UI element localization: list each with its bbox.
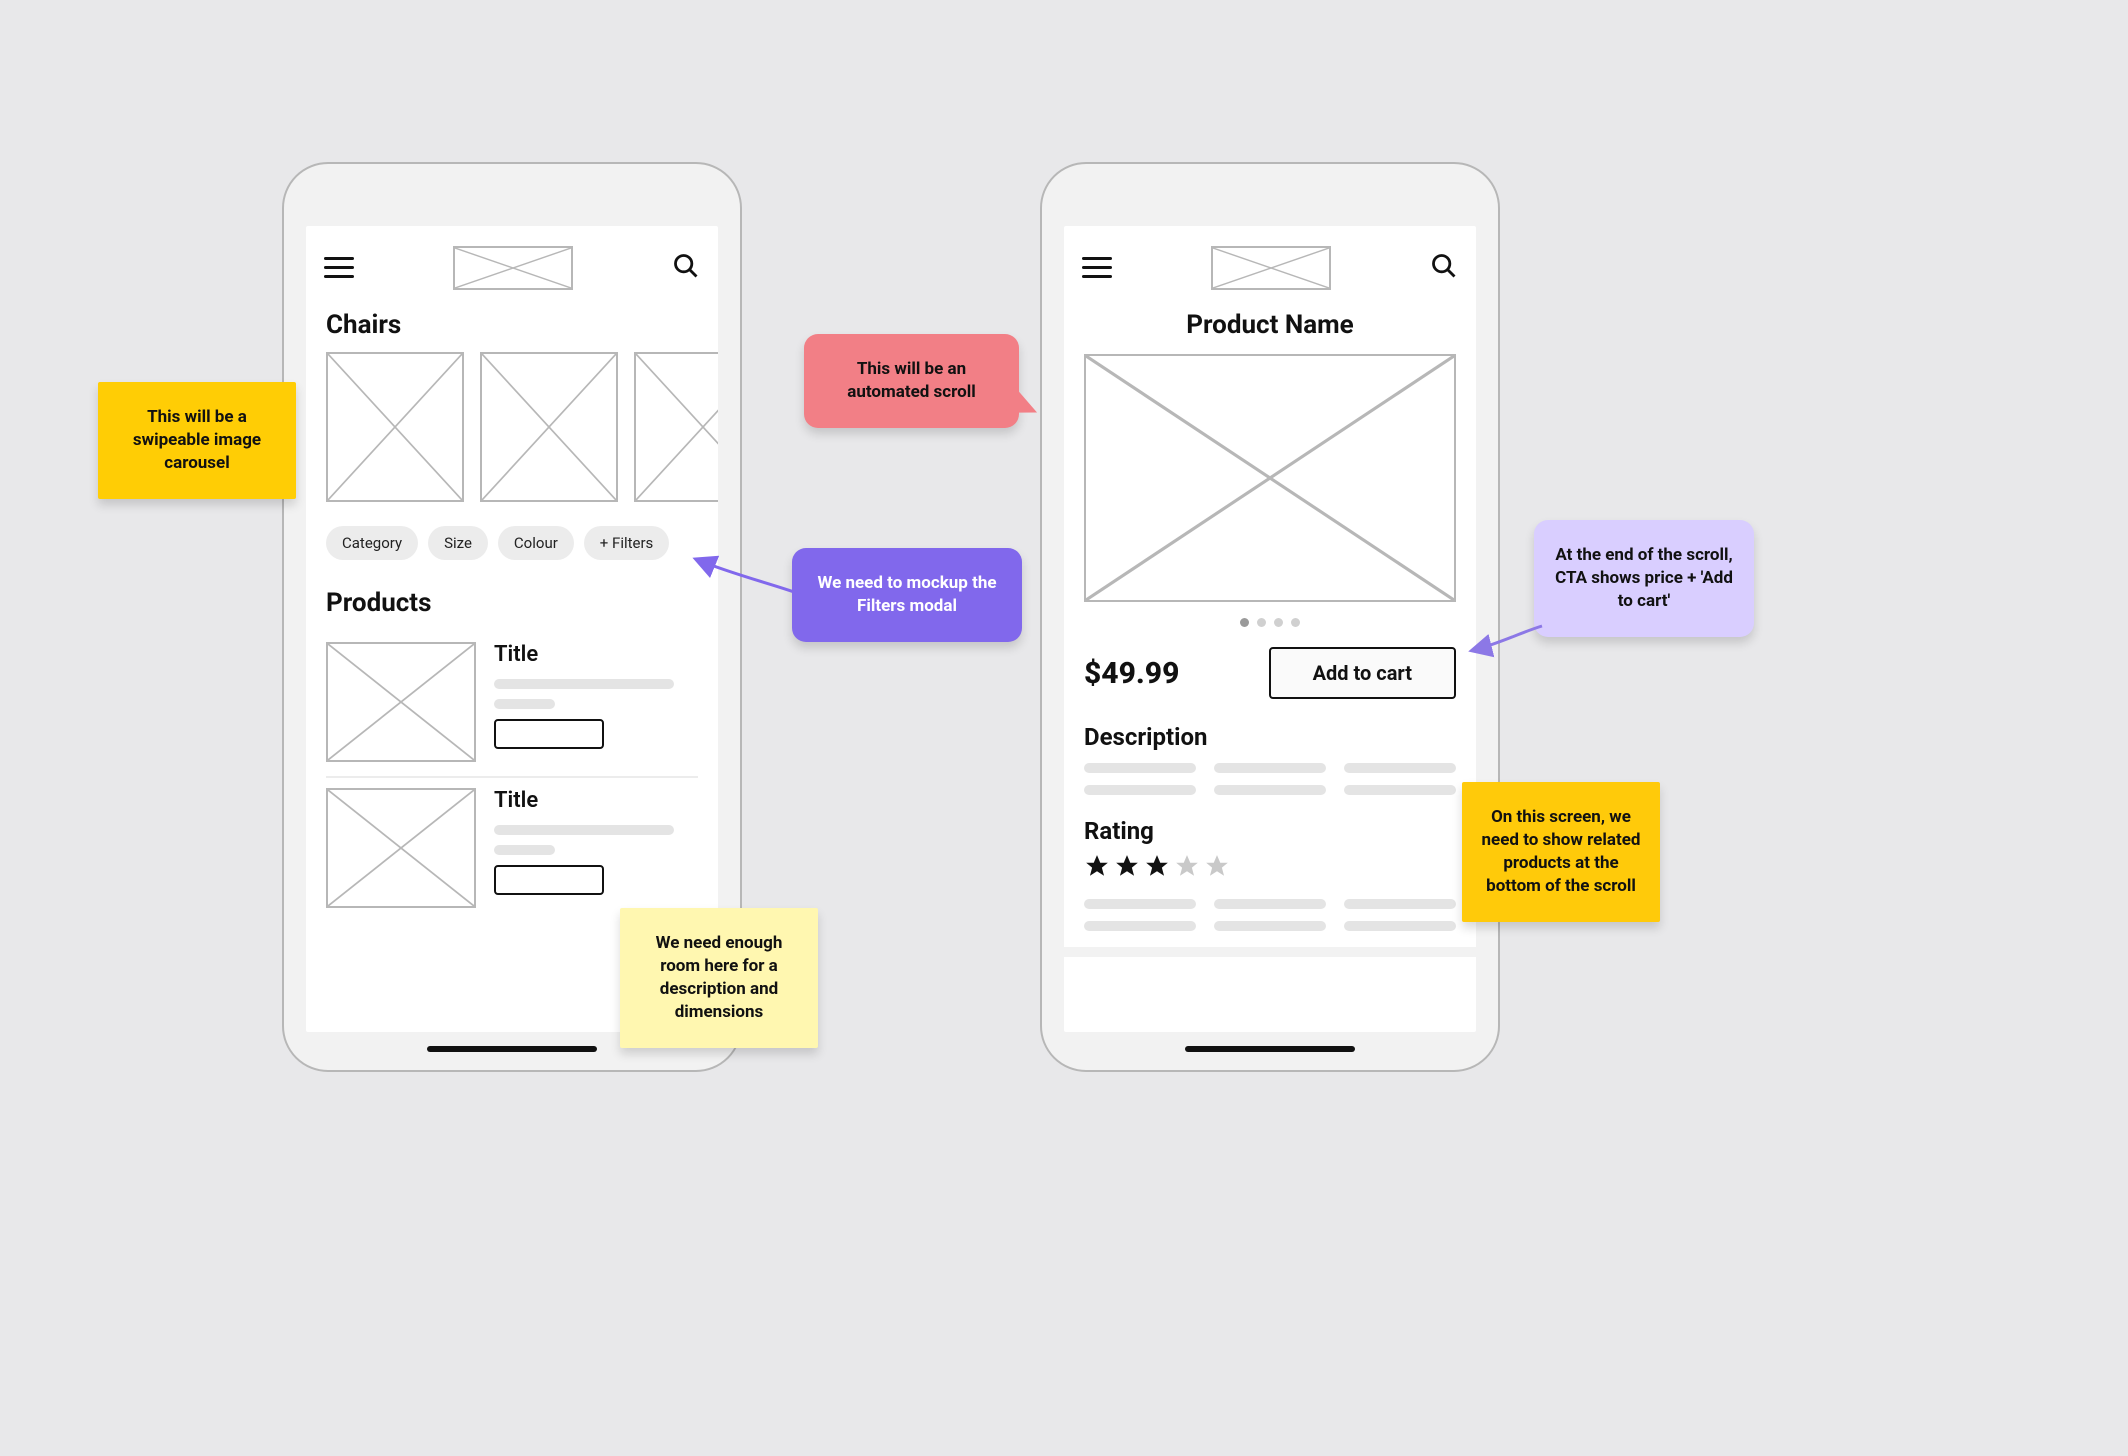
rating-heading: Rating bbox=[1064, 811, 1476, 853]
product-title: Title bbox=[494, 642, 698, 667]
carousel-image-placeholder[interactable] bbox=[326, 352, 464, 502]
logo-placeholder bbox=[453, 246, 573, 290]
logo-placeholder bbox=[1211, 246, 1331, 290]
product-action-button[interactable] bbox=[494, 865, 604, 895]
skeleton-line bbox=[494, 825, 674, 835]
search-icon[interactable] bbox=[1430, 252, 1458, 284]
topbar bbox=[1064, 226, 1476, 300]
rating-stars bbox=[1064, 853, 1476, 891]
star-icon bbox=[1204, 853, 1230, 883]
menu-icon[interactable] bbox=[324, 257, 354, 279]
star-icon bbox=[1144, 853, 1170, 883]
product-name: Product Name bbox=[1064, 300, 1476, 354]
star-icon bbox=[1174, 853, 1200, 883]
list-item[interactable]: Title bbox=[326, 632, 698, 778]
carousel-image-placeholder[interactable] bbox=[480, 352, 618, 502]
description-placeholder bbox=[1064, 759, 1476, 811]
annotation-related-products[interactable]: On this screen, we need to show related … bbox=[1462, 782, 1660, 922]
product-action-button[interactable] bbox=[494, 719, 604, 749]
carousel-image-placeholder[interactable] bbox=[634, 352, 718, 502]
filter-chip-more[interactable]: + Filters bbox=[584, 526, 670, 560]
filter-chip-size[interactable]: Size bbox=[428, 526, 488, 560]
search-icon[interactable] bbox=[672, 252, 700, 284]
list-item[interactable]: Title bbox=[326, 778, 698, 922]
product-hero-placeholder[interactable] bbox=[1084, 354, 1456, 602]
carousel-pagination bbox=[1064, 612, 1476, 641]
annotation-auto-scroll[interactable]: This will be an automated scroll bbox=[804, 334, 1019, 428]
star-icon bbox=[1114, 853, 1140, 883]
filter-chip-colour[interactable]: Colour bbox=[498, 526, 574, 560]
annotation-cta[interactable]: At the end of the scroll, CTA shows pric… bbox=[1534, 520, 1754, 637]
home-indicator-icon bbox=[1185, 1046, 1355, 1052]
image-carousel[interactable] bbox=[306, 352, 718, 520]
skeleton-line bbox=[494, 699, 555, 709]
filter-chip-category[interactable]: Category bbox=[326, 526, 418, 560]
add-to-cart-button[interactable]: Add to cart bbox=[1269, 647, 1456, 699]
price-row: $49.99 Add to cart bbox=[1064, 641, 1476, 717]
phone-mockup-product-detail: Product Name $49.99 Add to cart Descript… bbox=[1040, 162, 1500, 1072]
menu-icon[interactable] bbox=[1082, 257, 1112, 279]
topbar bbox=[306, 226, 718, 300]
carousel-dot[interactable] bbox=[1274, 618, 1283, 627]
annotation-filters-modal[interactable]: We need to mockup the Filters modal bbox=[792, 548, 1022, 642]
filter-chip-row: Category Size Colour + Filters bbox=[306, 520, 718, 574]
skeleton-line bbox=[494, 679, 674, 689]
product-title: Title bbox=[494, 788, 698, 813]
carousel-dot[interactable] bbox=[1291, 618, 1300, 627]
product-list: Title Title bbox=[306, 632, 718, 922]
rating-details-placeholder bbox=[1064, 891, 1476, 947]
description-heading: Description bbox=[1064, 717, 1476, 759]
section-divider bbox=[1064, 947, 1476, 957]
star-icon bbox=[1084, 853, 1110, 883]
screen-product-detail: Product Name $49.99 Add to cart Descript… bbox=[1064, 226, 1476, 1032]
annotation-description-room[interactable]: We need enough room here for a descripti… bbox=[620, 908, 818, 1048]
home-indicator-icon bbox=[427, 1046, 597, 1052]
carousel-dot[interactable] bbox=[1240, 618, 1249, 627]
carousel-dot[interactable] bbox=[1257, 618, 1266, 627]
annotation-carousel[interactable]: This will be a swipeable image carousel bbox=[98, 382, 296, 499]
skeleton-line bbox=[494, 845, 555, 855]
product-price: $49.99 bbox=[1084, 656, 1179, 691]
product-thumbnail-placeholder bbox=[326, 788, 476, 908]
products-title: Products bbox=[306, 574, 718, 632]
product-thumbnail-placeholder bbox=[326, 642, 476, 762]
category-title: Chairs bbox=[306, 300, 718, 352]
